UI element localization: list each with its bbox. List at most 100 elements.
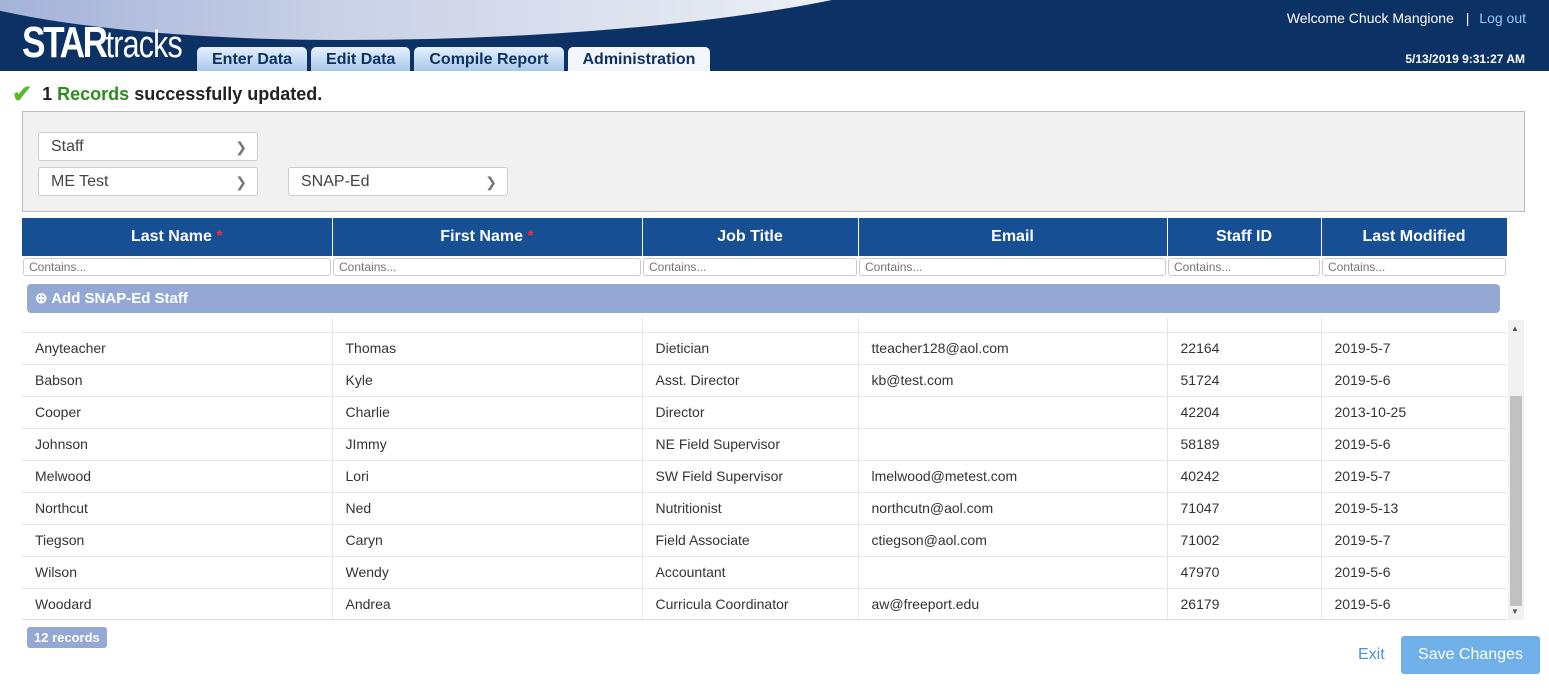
table-row[interactable]: Anyteacher Thomas Dietician tteacher128@aol… (22, 332, 1507, 365)
cell-job-title[interactable]: NE Field Supervisor (642, 428, 859, 461)
cell-email[interactable]: tteacher128@aol.com (858, 332, 1168, 365)
cell-last-modified[interactable]: 2019-5-6 (1321, 364, 1507, 397)
column-header-staff-id[interactable]: Staff ID (1167, 218, 1322, 256)
scroll-up-icon[interactable]: ▲ (1511, 324, 1519, 333)
table-row[interactable] (22, 318, 1507, 333)
cell-last-name[interactable]: Cooper (22, 396, 333, 429)
grid-scrollbar[interactable]: ▲ ▼ (1508, 320, 1524, 620)
type-select[interactable]: Staff ❯ (38, 132, 258, 161)
cell-email[interactable] (858, 396, 1168, 429)
cell-first-name[interactable]: Ned (332, 492, 643, 525)
column-header-last-modified[interactable]: Last Modified (1321, 218, 1508, 256)
cell-staff-id[interactable]: 22164 (1167, 332, 1322, 365)
cell-last-name[interactable]: Anyteacher (22, 332, 333, 365)
cell-staff-id[interactable]: 71047 (1167, 492, 1322, 525)
filter-email[interactable] (859, 258, 1166, 276)
cell-first-name[interactable] (332, 318, 643, 333)
filter-last-modified[interactable] (1322, 258, 1506, 276)
cell-job-title[interactable]: Field Associate (642, 524, 859, 557)
agency-select[interactable]: ME Test ❯ (38, 167, 258, 196)
cell-last-name[interactable]: Tiegson (22, 524, 333, 557)
cell-job-title[interactable]: Dietician (642, 332, 859, 365)
startracks-logo[interactable]: STARtracks (22, 18, 183, 68)
cell-first-name[interactable]: Andrea (332, 588, 643, 619)
cell-last-name[interactable]: Wilson (22, 556, 333, 589)
cell-job-title[interactable]: Asst. Director (642, 364, 859, 397)
column-header-job-title[interactable]: Job Title (642, 218, 859, 256)
cell-first-name[interactable]: Thomas (332, 332, 643, 365)
cell-job-title[interactable]: Director (642, 396, 859, 429)
tab-compile-report[interactable]: Compile Report (414, 47, 564, 71)
column-header-last-name[interactable]: Last Name * (22, 218, 333, 256)
cell-job-title[interactable]: Nutritionist (642, 492, 859, 525)
cell-email[interactable]: kb@test.com (858, 364, 1168, 397)
cell-email[interactable] (858, 318, 1168, 333)
table-row[interactable]: Northcut Ned Nutritionist northcutn@aol.com… (22, 492, 1507, 525)
cell-last-name[interactable]: Johnson (22, 428, 333, 461)
column-header-email[interactable]: Email (858, 218, 1168, 256)
cell-email[interactable]: ctiegson@aol.com (858, 524, 1168, 557)
cell-job-title[interactable]: SW Field Supervisor (642, 460, 859, 493)
cell-staff-id[interactable]: 42204 (1167, 396, 1322, 429)
cell-email[interactable]: northcutn@aol.com (858, 492, 1168, 525)
cell-job-title[interactable]: Accountant (642, 556, 859, 589)
cell-first-name[interactable]: Lori (332, 460, 643, 493)
table-row[interactable]: Woodard Andrea Curricula Coordinator aw@fre… (22, 588, 1507, 619)
cell-email[interactable] (858, 556, 1168, 589)
cell-email[interactable]: lmelwood@metest.com (858, 460, 1168, 493)
grid-body: Anyteacher Thomas Dietician tteacher128@aol… (22, 318, 1507, 620)
cell-first-name[interactable]: Kyle (332, 364, 643, 397)
column-header-first-name[interactable]: First Name * (332, 218, 643, 256)
tab-administration[interactable]: Administration (567, 47, 711, 71)
cell-staff-id[interactable]: 26179 (1167, 588, 1322, 619)
tab-enter-data[interactable]: Enter Data (197, 47, 308, 71)
cell-last-modified[interactable] (1321, 318, 1507, 333)
cell-job-title[interactable]: Curricula Coordinator (642, 588, 859, 619)
filter-first-name[interactable] (333, 258, 641, 276)
cell-email[interactable]: aw@freeport.edu (858, 588, 1168, 619)
cell-first-name[interactable]: Wendy (332, 556, 643, 589)
table-row[interactable]: Tiegson Caryn Field Associate ctiegson@aol.… (22, 524, 1507, 557)
cell-last-name[interactable] (22, 318, 333, 333)
cell-first-name[interactable]: Caryn (332, 524, 643, 557)
cell-last-modified[interactable]: 2019-5-7 (1321, 460, 1507, 493)
filter-panel: Staff ❯ ME Test ❯ SNAP-Ed ❯ (22, 111, 1525, 212)
scrollbar-thumb[interactable] (1510, 396, 1522, 606)
table-row[interactable]: Wilson Wendy Accountant 47970 2019-5-6 (22, 556, 1507, 589)
filter-job-title[interactable] (643, 258, 857, 276)
cell-staff-id[interactable]: 51724 (1167, 364, 1322, 397)
cell-last-modified[interactable]: 2019-5-6 (1321, 556, 1507, 589)
cell-last-modified[interactable]: 2013-10-25 (1321, 396, 1507, 429)
add-staff-button[interactable]: ⊕ Add SNAP-Ed Staff (27, 284, 1500, 313)
cell-first-name[interactable]: JImmy (332, 428, 643, 461)
cell-staff-id[interactable]: 40242 (1167, 460, 1322, 493)
cell-staff-id[interactable] (1167, 318, 1322, 333)
cell-first-name[interactable]: Charlie (332, 396, 643, 429)
cell-job-title[interactable] (642, 318, 859, 333)
table-row[interactable]: Cooper Charlie Director 42204 2013-10-25 (22, 396, 1507, 429)
table-row[interactable]: Johnson JImmy NE Field Supervisor 58189 2019… (22, 428, 1507, 461)
cell-staff-id[interactable]: 47970 (1167, 556, 1322, 589)
cell-last-modified[interactable]: 2019-5-13 (1321, 492, 1507, 525)
cell-email[interactable] (858, 428, 1168, 461)
table-row[interactable]: Babson Kyle Asst. Director kb@test.com 51724… (22, 364, 1507, 397)
cell-last-modified[interactable]: 2019-5-6 (1321, 588, 1507, 619)
filter-last-name[interactable] (23, 258, 331, 276)
cell-staff-id[interactable]: 58189 (1167, 428, 1322, 461)
save-changes-button[interactable]: Save Changes (1401, 636, 1540, 674)
cell-staff-id[interactable]: 71002 (1167, 524, 1322, 557)
scroll-down-icon[interactable]: ▼ (1511, 607, 1519, 616)
cell-last-name[interactable]: Babson (22, 364, 333, 397)
logout-link[interactable]: Log out (1479, 10, 1526, 26)
cell-last-name[interactable]: Northcut (22, 492, 333, 525)
cell-last-name[interactable]: Woodard (22, 588, 333, 619)
tab-edit-data[interactable]: Edit Data (311, 47, 411, 71)
program-select[interactable]: SNAP-Ed ❯ (288, 167, 508, 196)
exit-link[interactable]: Exit (1358, 646, 1385, 664)
cell-last-modified[interactable]: 2019-5-6 (1321, 428, 1507, 461)
table-row[interactable]: Melwood Lori SW Field Supervisor lmelwood@m… (22, 460, 1507, 493)
filter-staff-id[interactable] (1168, 258, 1320, 276)
cell-last-modified[interactable]: 2019-5-7 (1321, 332, 1507, 365)
cell-last-name[interactable]: Melwood (22, 460, 333, 493)
cell-last-modified[interactable]: 2019-5-7 (1321, 524, 1507, 557)
